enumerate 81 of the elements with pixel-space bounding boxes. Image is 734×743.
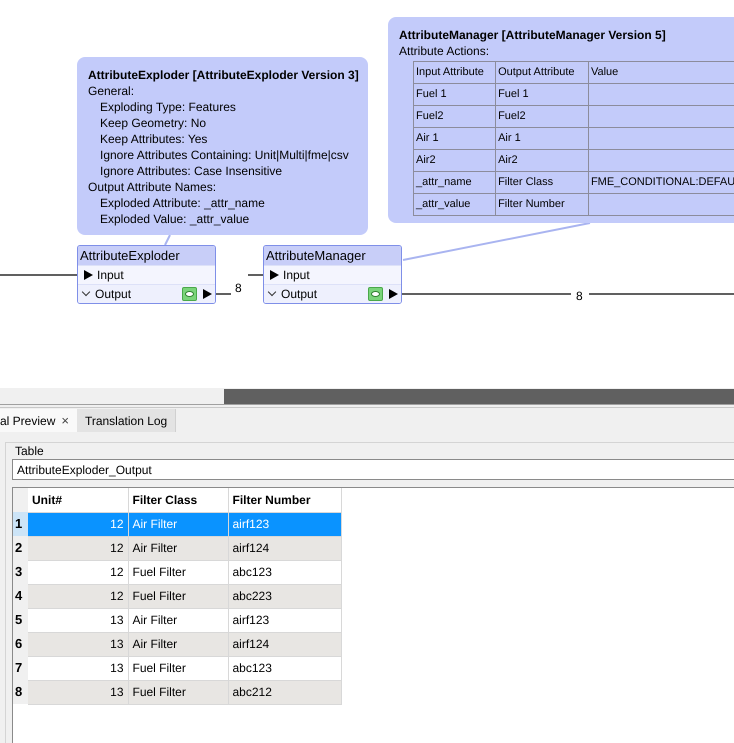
row-number[interactable]: 8 [13, 680, 28, 704]
row-number[interactable]: 2 [13, 536, 28, 560]
table-cell: airf124 [228, 632, 341, 656]
transformer-node[interactable]: AttributeExploder Input Output [77, 245, 216, 304]
table-cell: _attr_value [414, 194, 496, 216]
table-cell: 13 [28, 608, 128, 632]
annotation-title: AttributeExploder [AttributeExploder Version 3] [88, 67, 360, 83]
annotation-title: AttributeManager [AttributeManager Version 5] [399, 27, 667, 43]
transformer-node[interactable]: AttributeManager Input Output [263, 245, 402, 304]
column-header: Input Attribute [414, 62, 496, 84]
parameter-text: Exploding Type: Features [99, 99, 237, 115]
section-label: Attribute Actions: [399, 43, 490, 59]
node-title: AttributeManager [266, 248, 366, 264]
parameter-text: Keep Attributes: Yes [99, 131, 208, 147]
parameter-text: Ignore Attributes: Case Insensitive [99, 163, 284, 179]
table-cell: Air2 [414, 150, 496, 172]
column-header[interactable]: Unit# [28, 488, 128, 512]
table-cell: Filter Class [496, 172, 588, 194]
connector-line [214, 293, 231, 295]
parameter-text: Keep Geometry: No [99, 115, 208, 131]
table-cell: 12 [28, 512, 128, 536]
node-title: AttributeExploder [80, 248, 180, 264]
section-label: General: [88, 83, 136, 99]
parameter-text: Exploded Attribute: _attr_name [99, 195, 266, 211]
tab[interactable]: Translation Log [76, 409, 176, 432]
table-cell: Air 1 [414, 128, 496, 150]
table-cell: Air Filter [128, 512, 228, 536]
row-number[interactable]: 4 [13, 584, 28, 608]
table-cell: airf124 [228, 536, 341, 560]
table-cell: Air2 [496, 150, 588, 172]
table-cell: Fuel 1 [414, 84, 496, 106]
close-icon[interactable]: × [61, 410, 69, 430]
feature-type-field[interactable]: AttributeExploder_Output [12, 459, 734, 480]
row-number[interactable]: 5 [13, 608, 28, 632]
tether-line [164, 234, 171, 246]
row-number[interactable]: 6 [13, 632, 28, 656]
column-header[interactable]: Filter Class [128, 488, 228, 512]
table-cell: Air Filter [128, 536, 228, 560]
column-header[interactable]: Filter Number [228, 488, 341, 512]
row-number[interactable]: 7 [13, 656, 28, 680]
table-cell: 13 [28, 656, 128, 680]
row-number[interactable]: 1 [13, 512, 28, 536]
table-cell: abc212 [228, 680, 341, 704]
column-header: Output Attribute [496, 62, 588, 84]
table-cell: 12 [28, 536, 128, 560]
port-label: Output [95, 286, 132, 303]
triangle-icon[interactable] [203, 289, 212, 299]
table-cell: Air 1 [496, 128, 588, 150]
port-label: Input [97, 267, 124, 284]
triangle-icon[interactable] [389, 289, 398, 299]
table-cell: Fuel Filter [128, 584, 228, 608]
row-number[interactable]: 3 [13, 560, 28, 584]
table-cell: Air Filter [128, 608, 228, 632]
tab[interactable]: al Preview × [0, 409, 77, 432]
table-cell: abc123 [228, 656, 341, 680]
parameter-text: Ignore Attributes Containing: Unit|Multi|fme|csv [99, 147, 350, 163]
section-label: Output Attribute Names: [88, 179, 218, 195]
table-cell: airf123 [228, 608, 341, 632]
table-cell: Fuel Filter [128, 656, 228, 680]
table-cell: Fuel Filter [128, 680, 228, 704]
table-cell: 12 [28, 584, 128, 608]
table-cell: 13 [28, 680, 128, 704]
table-cell: _attr_name [414, 172, 496, 194]
table-cell: Fuel2 [414, 106, 496, 128]
table-cell: Fuel 1 [496, 84, 588, 106]
table-cell: Air Filter [128, 632, 228, 656]
parameter-text: Exploded Value: _attr_value [99, 211, 250, 227]
table-cell: 12 [28, 560, 128, 584]
table-cell: Fuel2 [496, 106, 588, 128]
table-cell: Fuel Filter [128, 560, 228, 584]
port-label: Output [281, 286, 318, 303]
port-label: Input [283, 267, 310, 284]
column-header: Value [588, 62, 734, 84]
scrollbar-thumb[interactable] [224, 389, 734, 404]
eye-icon[interactable] [368, 287, 383, 301]
table-cell: abc223 [228, 584, 341, 608]
eye-icon[interactable] [182, 287, 197, 301]
table-cell: 13 [28, 632, 128, 656]
table-cell: airf123 [228, 512, 341, 536]
table-cell: Filter Number [496, 194, 588, 216]
table-cell: abc123 [228, 560, 341, 584]
